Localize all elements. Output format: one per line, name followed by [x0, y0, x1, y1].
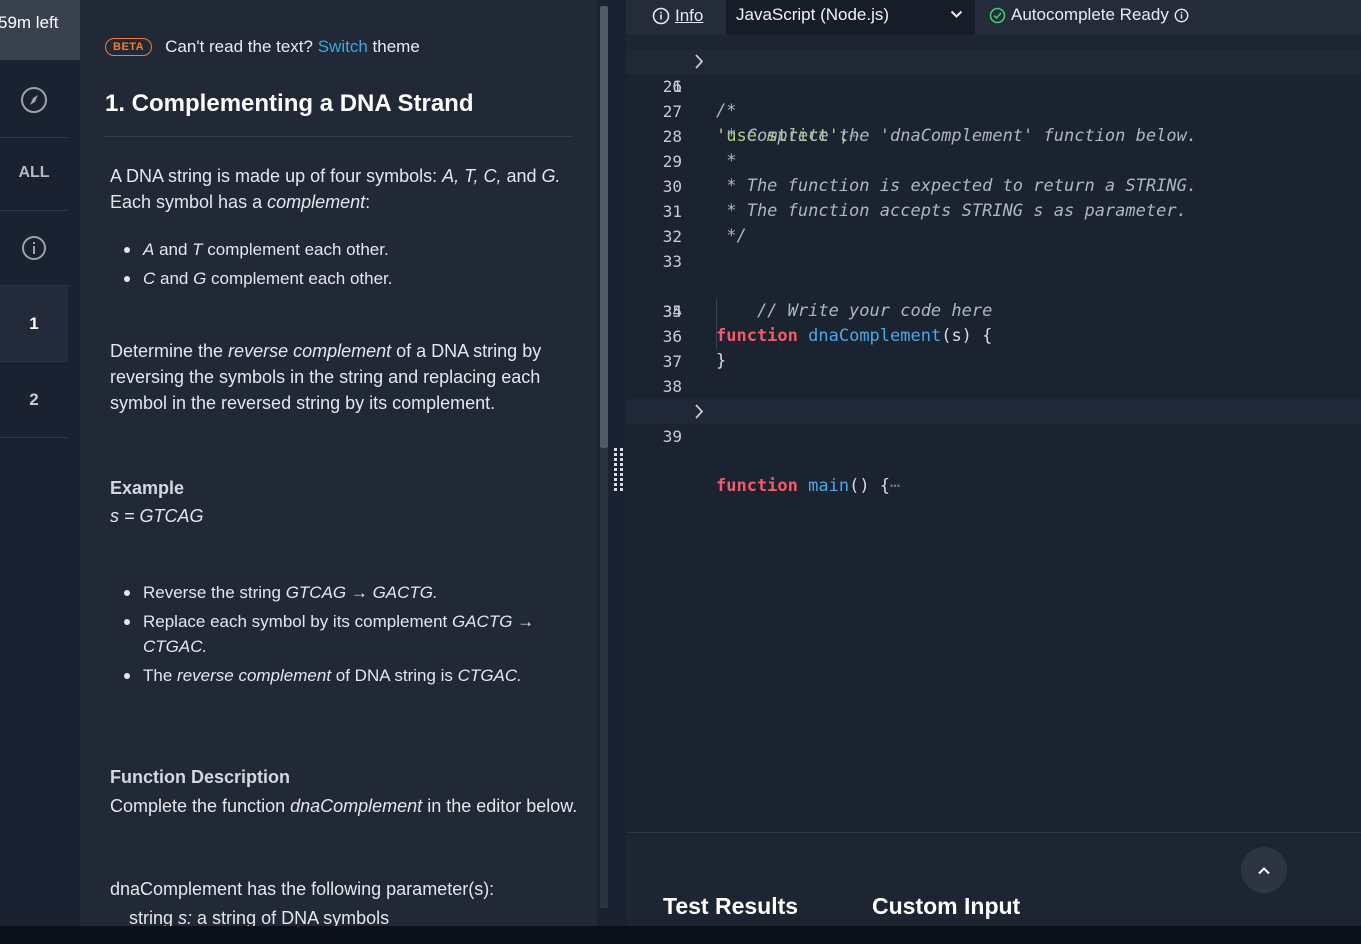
code-line[interactable]: 29 * [626, 149, 1361, 174]
step-list-item: Replace each symbol by its complement GA… [124, 609, 564, 659]
code-line[interactable]: 34 function dnaComplement(s) { [626, 274, 1361, 346]
tab-test-results[interactable]: Test Results [663, 893, 798, 920]
chevron-down-icon [950, 10, 963, 18]
compass-icon [21, 86, 47, 113]
info-icon [652, 7, 670, 25]
problem-panel: BETA Can't read the text? Switch theme 1… [80, 0, 597, 926]
code-line[interactable]: 26 [626, 74, 1361, 99]
tab-custom-input[interactable]: Custom Input [872, 893, 1020, 920]
parameter-item: string s: a string of DNA symbols [129, 908, 390, 926]
info-button[interactable] [0, 210, 68, 286]
expand-panel-button[interactable] [1241, 847, 1287, 893]
code-area[interactable]: 1 'use strict';⋯ 26 27/* 28 * Complete t… [626, 47, 1361, 832]
theme-banner: BETA Can't read the text? Switch theme [105, 37, 420, 57]
beta-badge: BETA [105, 38, 153, 56]
pair-list-item: C and G complement each other. [124, 266, 564, 291]
chevron-up-icon [1258, 866, 1270, 874]
code-line[interactable]: 35 // Write your code here [626, 299, 1361, 324]
all-questions-button[interactable]: ALL [0, 135, 68, 211]
example-heading: Example [110, 478, 185, 498]
info-icon[interactable] [1174, 8, 1189, 23]
switch-theme-link[interactable]: Switch [318, 37, 368, 56]
left-rail: 59m left ALL 1 2 [0, 0, 80, 926]
code-line[interactable]: 31 * The function accepts STRING s as pa… [626, 199, 1361, 224]
code-line[interactable]: 37} [626, 349, 1361, 374]
step-list-item: Reverse the string GTCAG → GACTG. [124, 580, 564, 605]
question-2-button[interactable]: 2 [0, 362, 68, 438]
intro-paragraph: A DNA string is made up of four symbols:… [110, 166, 561, 212]
pair-list-item: A and T complement each other. [124, 237, 564, 262]
code-line[interactable]: 32 */ [626, 224, 1361, 249]
code-line[interactable]: 1 'use strict';⋯ [626, 49, 1361, 146]
step-list-item: The reverse complement of DNA string is … [124, 663, 564, 688]
function-description-heading: Function Description [110, 767, 290, 787]
code-line[interactable]: 33 [626, 249, 1361, 274]
code-line[interactable]: 38 [626, 374, 1361, 399]
title-divider [105, 136, 573, 137]
code-line[interactable]: 39 function main() {⋯ [626, 399, 1361, 496]
code-line[interactable]: 30 * The function is expected to return … [626, 174, 1361, 199]
determine-paragraph: Determine the reverse complement of a DN… [110, 341, 542, 413]
example-value: s = GTCAG [110, 506, 204, 526]
fold-chevron-icon[interactable] [693, 49, 705, 74]
code-line[interactable]: 28 * Complete the 'dnaComplement' functi… [626, 124, 1361, 149]
fold-chevron-icon[interactable] [693, 399, 705, 424]
editor-toolbar: Info JavaScript (Node.js) Autocomplete R… [626, 0, 1361, 35]
compass-button[interactable] [0, 62, 68, 138]
check-circle-icon [989, 7, 1006, 23]
indent-guide [716, 299, 717, 349]
problem-scrollbar[interactable] [600, 6, 608, 448]
footer-bar [0, 926, 1361, 944]
parameters-intro: dnaComplement has the following paramete… [110, 879, 495, 899]
autocomplete-status: Autocomplete Ready [989, 5, 1189, 25]
language-select[interactable]: JavaScript (Node.js) [726, 0, 975, 35]
info-icon [22, 235, 46, 260]
info-link[interactable]: Info [652, 6, 703, 26]
editor-bottom-divider [626, 832, 1361, 833]
scrollbar-track [600, 448, 608, 908]
code-editor-panel: Info JavaScript (Node.js) Autocomplete R… [626, 0, 1361, 926]
timer: 59m left [0, 0, 80, 60]
function-description: Complete the function dnaComplement in t… [110, 796, 578, 816]
code-line[interactable]: 36 [626, 324, 1361, 349]
question-1-button[interactable]: 1 [0, 286, 68, 362]
problem-title: 1. Complementing a DNA Strand [105, 90, 474, 117]
resize-handle[interactable] [613, 448, 625, 494]
code-line[interactable]: 27/* [626, 99, 1361, 124]
